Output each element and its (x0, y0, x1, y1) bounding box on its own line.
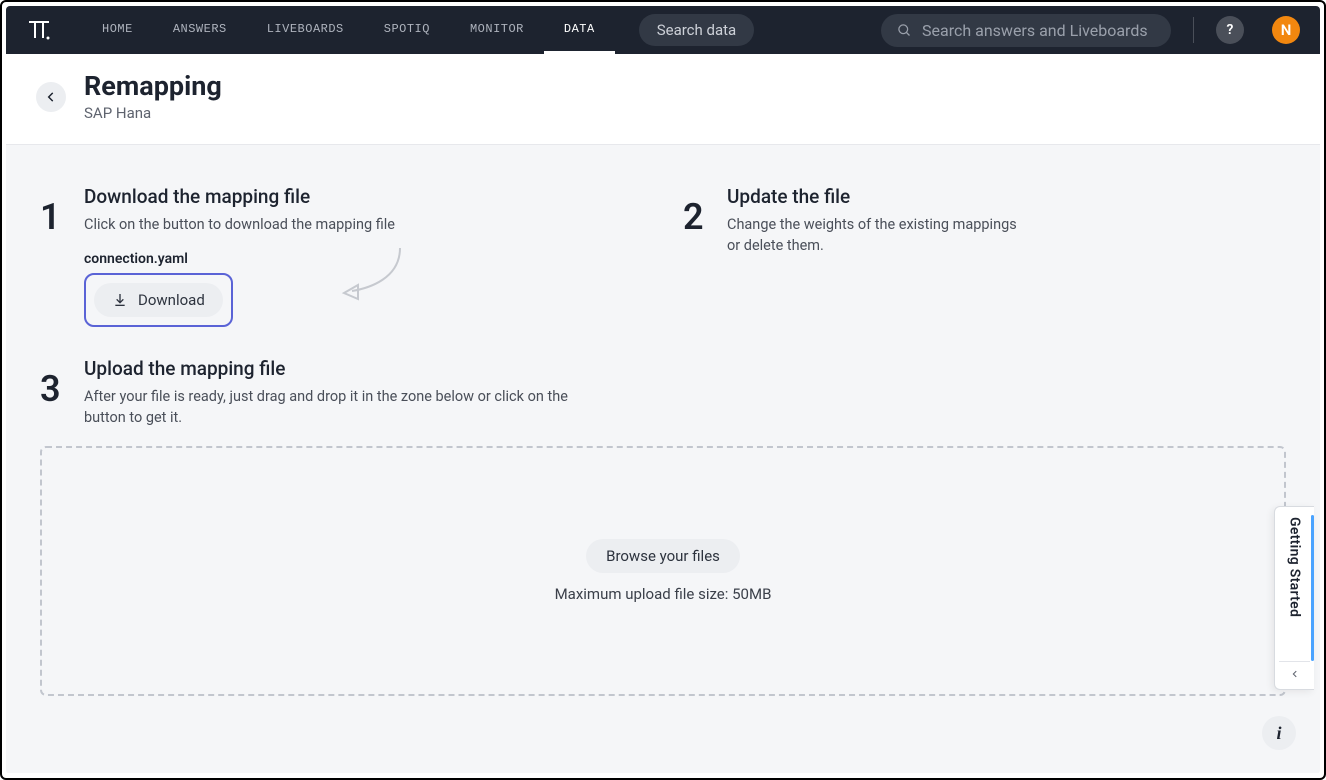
info-fab[interactable]: i (1262, 716, 1296, 750)
app-logo[interactable] (26, 17, 52, 43)
step-3-title: Upload the mapping file (84, 357, 604, 380)
content-area: 1 Download the mapping file Click on the… (6, 145, 1320, 773)
divider (1193, 17, 1194, 43)
nav-item-liveboards[interactable]: LIVEBOARDS (247, 6, 364, 54)
help-button[interactable]: ? (1216, 16, 1244, 44)
step-1-desc: Click on the button to download the mapp… (84, 214, 395, 235)
step-1-number: 1 (40, 199, 68, 235)
global-search-placeholder: Search answers and Liveboards (922, 21, 1148, 40)
mapping-file-name: connection.yaml (84, 251, 643, 267)
step-3-desc: After your file is ready, just drag and … (84, 386, 604, 428)
getting-started-collapse[interactable] (1279, 661, 1310, 685)
search-icon (897, 23, 912, 38)
browse-files-button[interactable]: Browse your files (586, 539, 740, 573)
step-2-title: Update the file (727, 185, 1027, 208)
back-button[interactable] (36, 82, 66, 112)
step-2-desc: Change the weights of the existing mappi… (727, 214, 1027, 256)
nav-item-answers[interactable]: ANSWERS (153, 6, 247, 54)
top-nav: HOMEANSWERSLIVEBOARDSSPOTIQMONITORDATA S… (6, 6, 1320, 54)
primary-nav: HOMEANSWERSLIVEBOARDSSPOTIQMONITORDATA (82, 6, 615, 54)
download-button[interactable]: Download (94, 283, 223, 317)
page-subtitle: SAP Hana (84, 104, 222, 122)
step-3: 3 Upload the mapping file After your fil… (40, 357, 1286, 428)
step-1: 1 Download the mapping file Click on the… (40, 185, 643, 235)
download-button-highlight: Download (84, 273, 233, 327)
getting-started-panel[interactable]: Getting Started (1274, 506, 1314, 690)
chevron-left-icon (1290, 669, 1300, 679)
getting-started-label: Getting Started (1287, 517, 1303, 617)
global-search[interactable]: Search answers and Liveboards (881, 14, 1171, 47)
step-2-number: 2 (683, 199, 711, 256)
nav-item-data[interactable]: DATA (544, 6, 615, 54)
step-2: 2 Update the file Change the weights of … (683, 185, 1286, 256)
nav-item-spotiq[interactable]: SPOTIQ (364, 6, 450, 54)
upload-dropzone[interactable]: Browse your files Maximum upload file si… (40, 446, 1286, 696)
page-title: Remapping (84, 72, 222, 102)
download-icon (112, 292, 128, 308)
download-button-label: Download (138, 291, 205, 309)
nav-item-monitor[interactable]: MONITOR (450, 6, 544, 54)
search-data-button[interactable]: Search data (639, 14, 754, 46)
step-1-title: Download the mapping file (84, 185, 395, 208)
nav-item-home[interactable]: HOME (82, 6, 153, 54)
chevron-left-icon (44, 90, 58, 104)
avatar[interactable]: N (1272, 16, 1300, 44)
page-header: Remapping SAP Hana (6, 54, 1320, 145)
dropzone-note: Maximum upload file size: 50MB (555, 585, 772, 603)
step-3-number: 3 (40, 371, 68, 428)
